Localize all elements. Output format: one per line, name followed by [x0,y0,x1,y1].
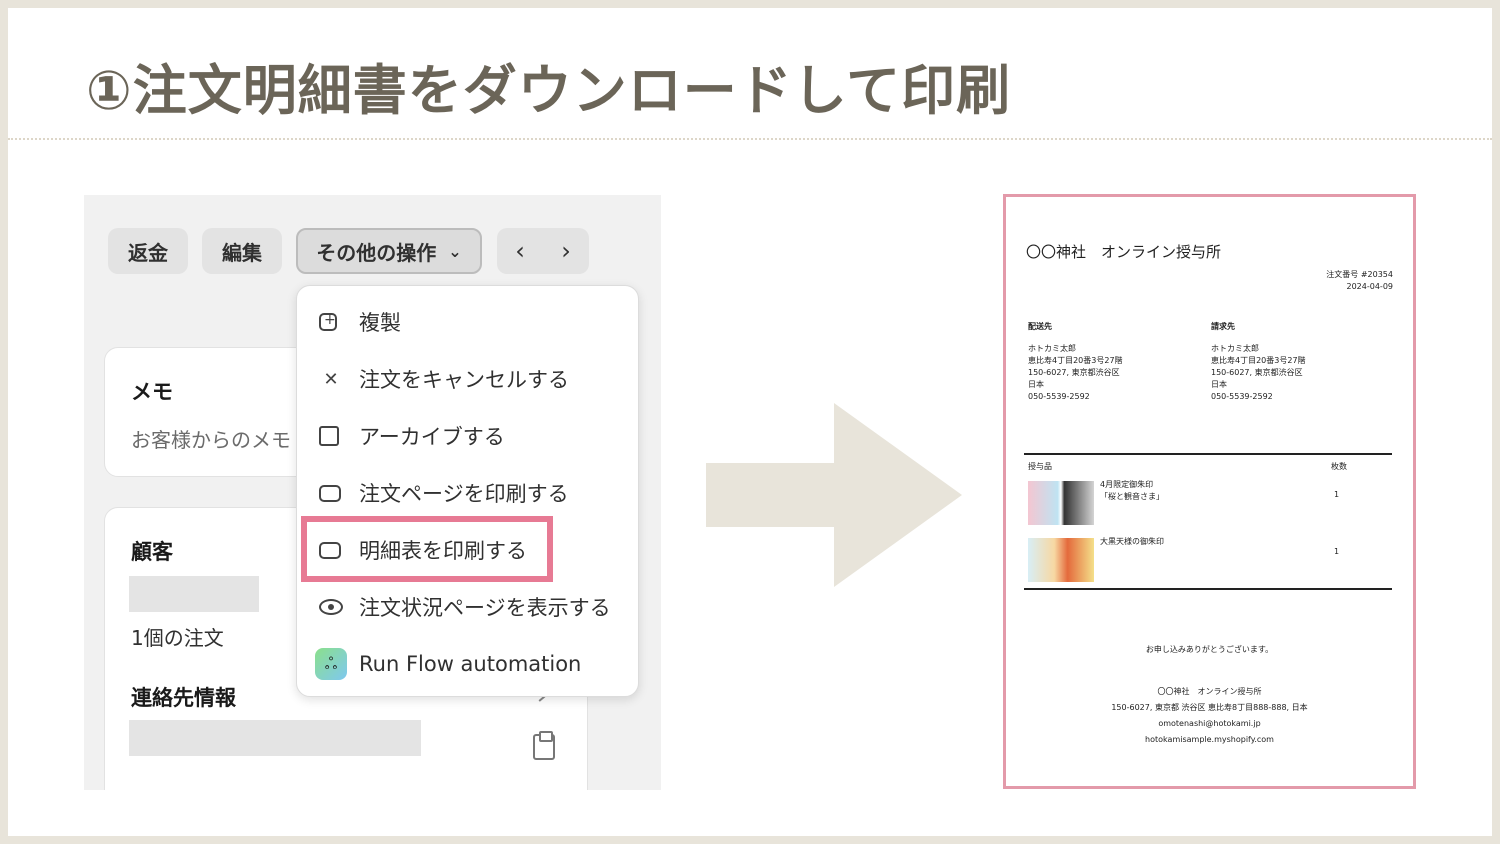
right-arrow-icon [706,403,962,587]
bill-to-address: ホトカミ太郎 恵比寿4丁目20番3号27階 150-6027, 東京都渋谷区 日… [1211,344,1306,401]
menu-item-cancel-order[interactable]: ✕ 注文をキャンセルする [319,357,569,401]
product-image [1028,481,1094,525]
chevron-right-icon[interactable]: › [561,237,571,265]
contact-heading: 連絡先情報 [131,686,236,710]
order-number: 注文番号 #20354 [1326,270,1393,279]
order-screen-panel: 返金 編集 その他の操作 ⌄ ‹ › メモ お客様からのメモ 顧客 1個の注文 … [84,195,661,790]
flow-app-icon: ஃ [315,648,347,680]
shop-name: 〇〇神社 オンライン授与所 [1026,243,1222,261]
memo-heading: メモ [131,380,173,404]
packing-slip-preview: 〇〇神社 オンライン授与所 注文番号 #20354 2024-04-09 配送先… [1003,194,1416,789]
duplicate-icon [319,312,337,331]
chevron-down-icon: ⌄ [448,241,462,261]
customer-heading: 顧客 [131,540,173,564]
ship-to-address: ホトカミ太郎 恵比寿4丁目20番3号27階 150-6027, 東京都渋谷区 日… [1028,344,1123,401]
menu-item-label: アーカイブする [359,425,505,449]
menu-item-label: 注文ページを印刷する [359,482,569,506]
menu-item-label: 注文をキャンセルする [359,368,569,392]
customer-orders-link[interactable]: 1個の注文 [131,622,224,651]
item-qty: 1 [1334,490,1340,499]
eye-icon [319,599,343,615]
chevron-left-icon[interactable]: ‹ [515,237,525,265]
archive-icon [319,426,339,446]
menu-item-archive[interactable]: アーカイブする [319,414,505,458]
menu-item-label: 注文状況ページを表示する [359,596,611,620]
order-nav-buttons: ‹ › [497,228,589,274]
item-name: 4月限定御朱印 「桜と観音さま」 [1100,480,1164,501]
more-actions-menu: 複製 ✕ 注文をキャンセルする アーカイブする 注文ページを印刷する 明細表を印… [296,285,639,697]
qty-label: 枚数 [1331,462,1347,471]
menu-item-label: Run Flow automation [359,652,582,676]
item-name: 大黒天様の御朱印 [1100,537,1164,546]
order-meta: 注文番号 #20354 2024-04-09 [1326,269,1393,293]
ship-to-label: 配送先 [1028,322,1052,331]
highlight-box [301,516,553,582]
item-qty: 1 [1334,547,1340,556]
title-divider [8,138,1492,140]
slide-title: ①注文明細書をダウンロードして印刷 [86,59,1012,122]
more-actions-label: その他の操作 [316,240,437,265]
bill-to-label: 請求先 [1211,322,1235,331]
memo-card: メモ お客様からのメモ [104,347,324,477]
menu-item-label: 複製 [359,311,401,335]
contact-email-redacted [129,720,421,756]
menu-item-run-flow[interactable]: ஃ Run Flow automation [315,642,582,686]
clipboard-icon[interactable] [533,731,555,760]
items-bottom-rule [1024,588,1392,590]
menu-item-print-order-page[interactable]: 注文ページを印刷する [319,471,569,515]
shop-footer: 〇〇神社 オンライン授与所 150-6027, 東京都 渋谷区 恵比寿8丁目88… [1111,687,1308,744]
menu-item-duplicate[interactable]: 複製 [319,300,401,344]
slide: ①注文明細書をダウンロードして印刷 返金 編集 その他の操作 ⌄ ‹ › メモ … [8,8,1492,836]
product-image [1028,538,1094,582]
menu-item-view-status-page[interactable]: 注文状況ページを表示する [319,585,611,629]
memo-text: お客様からのメモ [131,428,291,452]
thanks-message: お申し込みありがとうございます。 [1145,645,1274,654]
more-actions-button[interactable]: その他の操作 ⌄ [296,228,482,274]
refund-button[interactable]: 返金 [108,228,188,274]
items-top-rule [1024,453,1392,455]
items-label: 授与品 [1028,462,1052,471]
x-icon: ✕ [323,368,339,390]
edit-button[interactable]: 編集 [202,228,282,274]
customer-name-redacted [129,576,259,612]
printer-icon [319,484,341,502]
order-date: 2024-04-09 [1346,282,1394,291]
